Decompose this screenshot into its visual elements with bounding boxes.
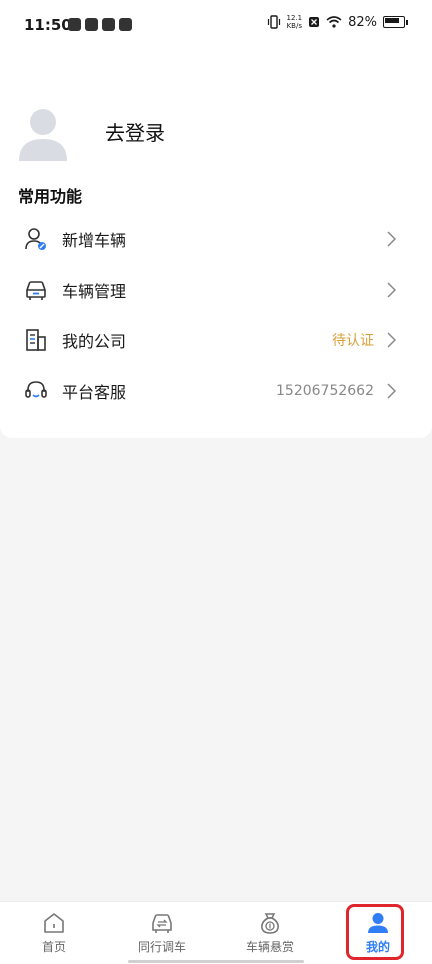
active-tab-highlight [346,904,404,960]
net-speed-unit: KB/s [286,22,302,30]
status-time: 11:50 [24,16,72,34]
menu-item-vehicle-management[interactable]: 车辆管理 [0,265,432,316]
chevron-right-icon [387,332,396,348]
login-link[interactable]: 去登录 [105,117,165,146]
notification-icon [68,18,81,31]
add-user-icon [25,228,46,251]
battery-icon [383,16,405,28]
notification-icon [85,18,98,31]
chevron-right-icon [387,383,396,399]
verification-status: 待认证 [332,333,374,350]
vibrate-icon [267,15,280,29]
home-indicator [128,960,304,963]
car-icon [26,280,46,300]
menu-item-label: 平台客服 [62,382,127,402]
battery-tip [406,19,408,25]
notification-icon [119,18,132,31]
tab-label: 首页 [41,940,66,954]
notification-icon [102,18,115,31]
money-bag-icon [261,913,279,934]
menu-item-label: 我的公司 [62,332,127,352]
service-phone: 15206752662 [276,382,374,399]
tab-home[interactable]: 首页 [0,902,108,964]
battery-percent: 82% [348,14,377,30]
status-bar: 11:50 12.1 KB/s 82% [0,0,432,52]
notification-icons [68,18,132,31]
tab-label: 车辆悬赏 [245,940,294,954]
chevron-right-icon [387,282,396,298]
menu-item-my-company[interactable]: 我的公司 待认证 [0,315,432,366]
tab-vehicle-bounty[interactable]: 车辆悬赏 [216,902,324,964]
tab-label: 同行调车 [137,940,186,954]
headset-icon [25,380,47,398]
car-swap-icon [152,914,172,933]
section-title: 常用功能 [18,187,83,206]
header-panel: 11:50 12.1 KB/s 82% 去登录 常用功能 新增车辆 车辆管理 我… [0,0,432,438]
net-speed-value: 12.1 [286,14,303,22]
status-indicators: 12.1 KB/s 82% [267,14,408,30]
chevron-right-icon [387,231,396,247]
menu-item-add-vehicle[interactable]: 新增车辆 [0,214,432,265]
avatar-placeholder-icon[interactable] [17,105,69,161]
wifi-icon [326,16,342,28]
menu-item-label: 新增车辆 [62,231,127,251]
net-speed: 12.1 KB/s [287,14,303,30]
no-sim-icon [309,17,320,27]
menu-item-label: 车辆管理 [62,281,127,301]
menu-item-customer-service[interactable]: 平台客服 15206752662 [0,366,432,417]
home-icon [44,913,64,933]
menu-list: 新增车辆 车辆管理 我的公司 待认证 平台客服 15206752662 [0,214,432,416]
building-icon [26,329,46,352]
tab-peer-dispatch[interactable]: 同行调车 [108,902,216,964]
